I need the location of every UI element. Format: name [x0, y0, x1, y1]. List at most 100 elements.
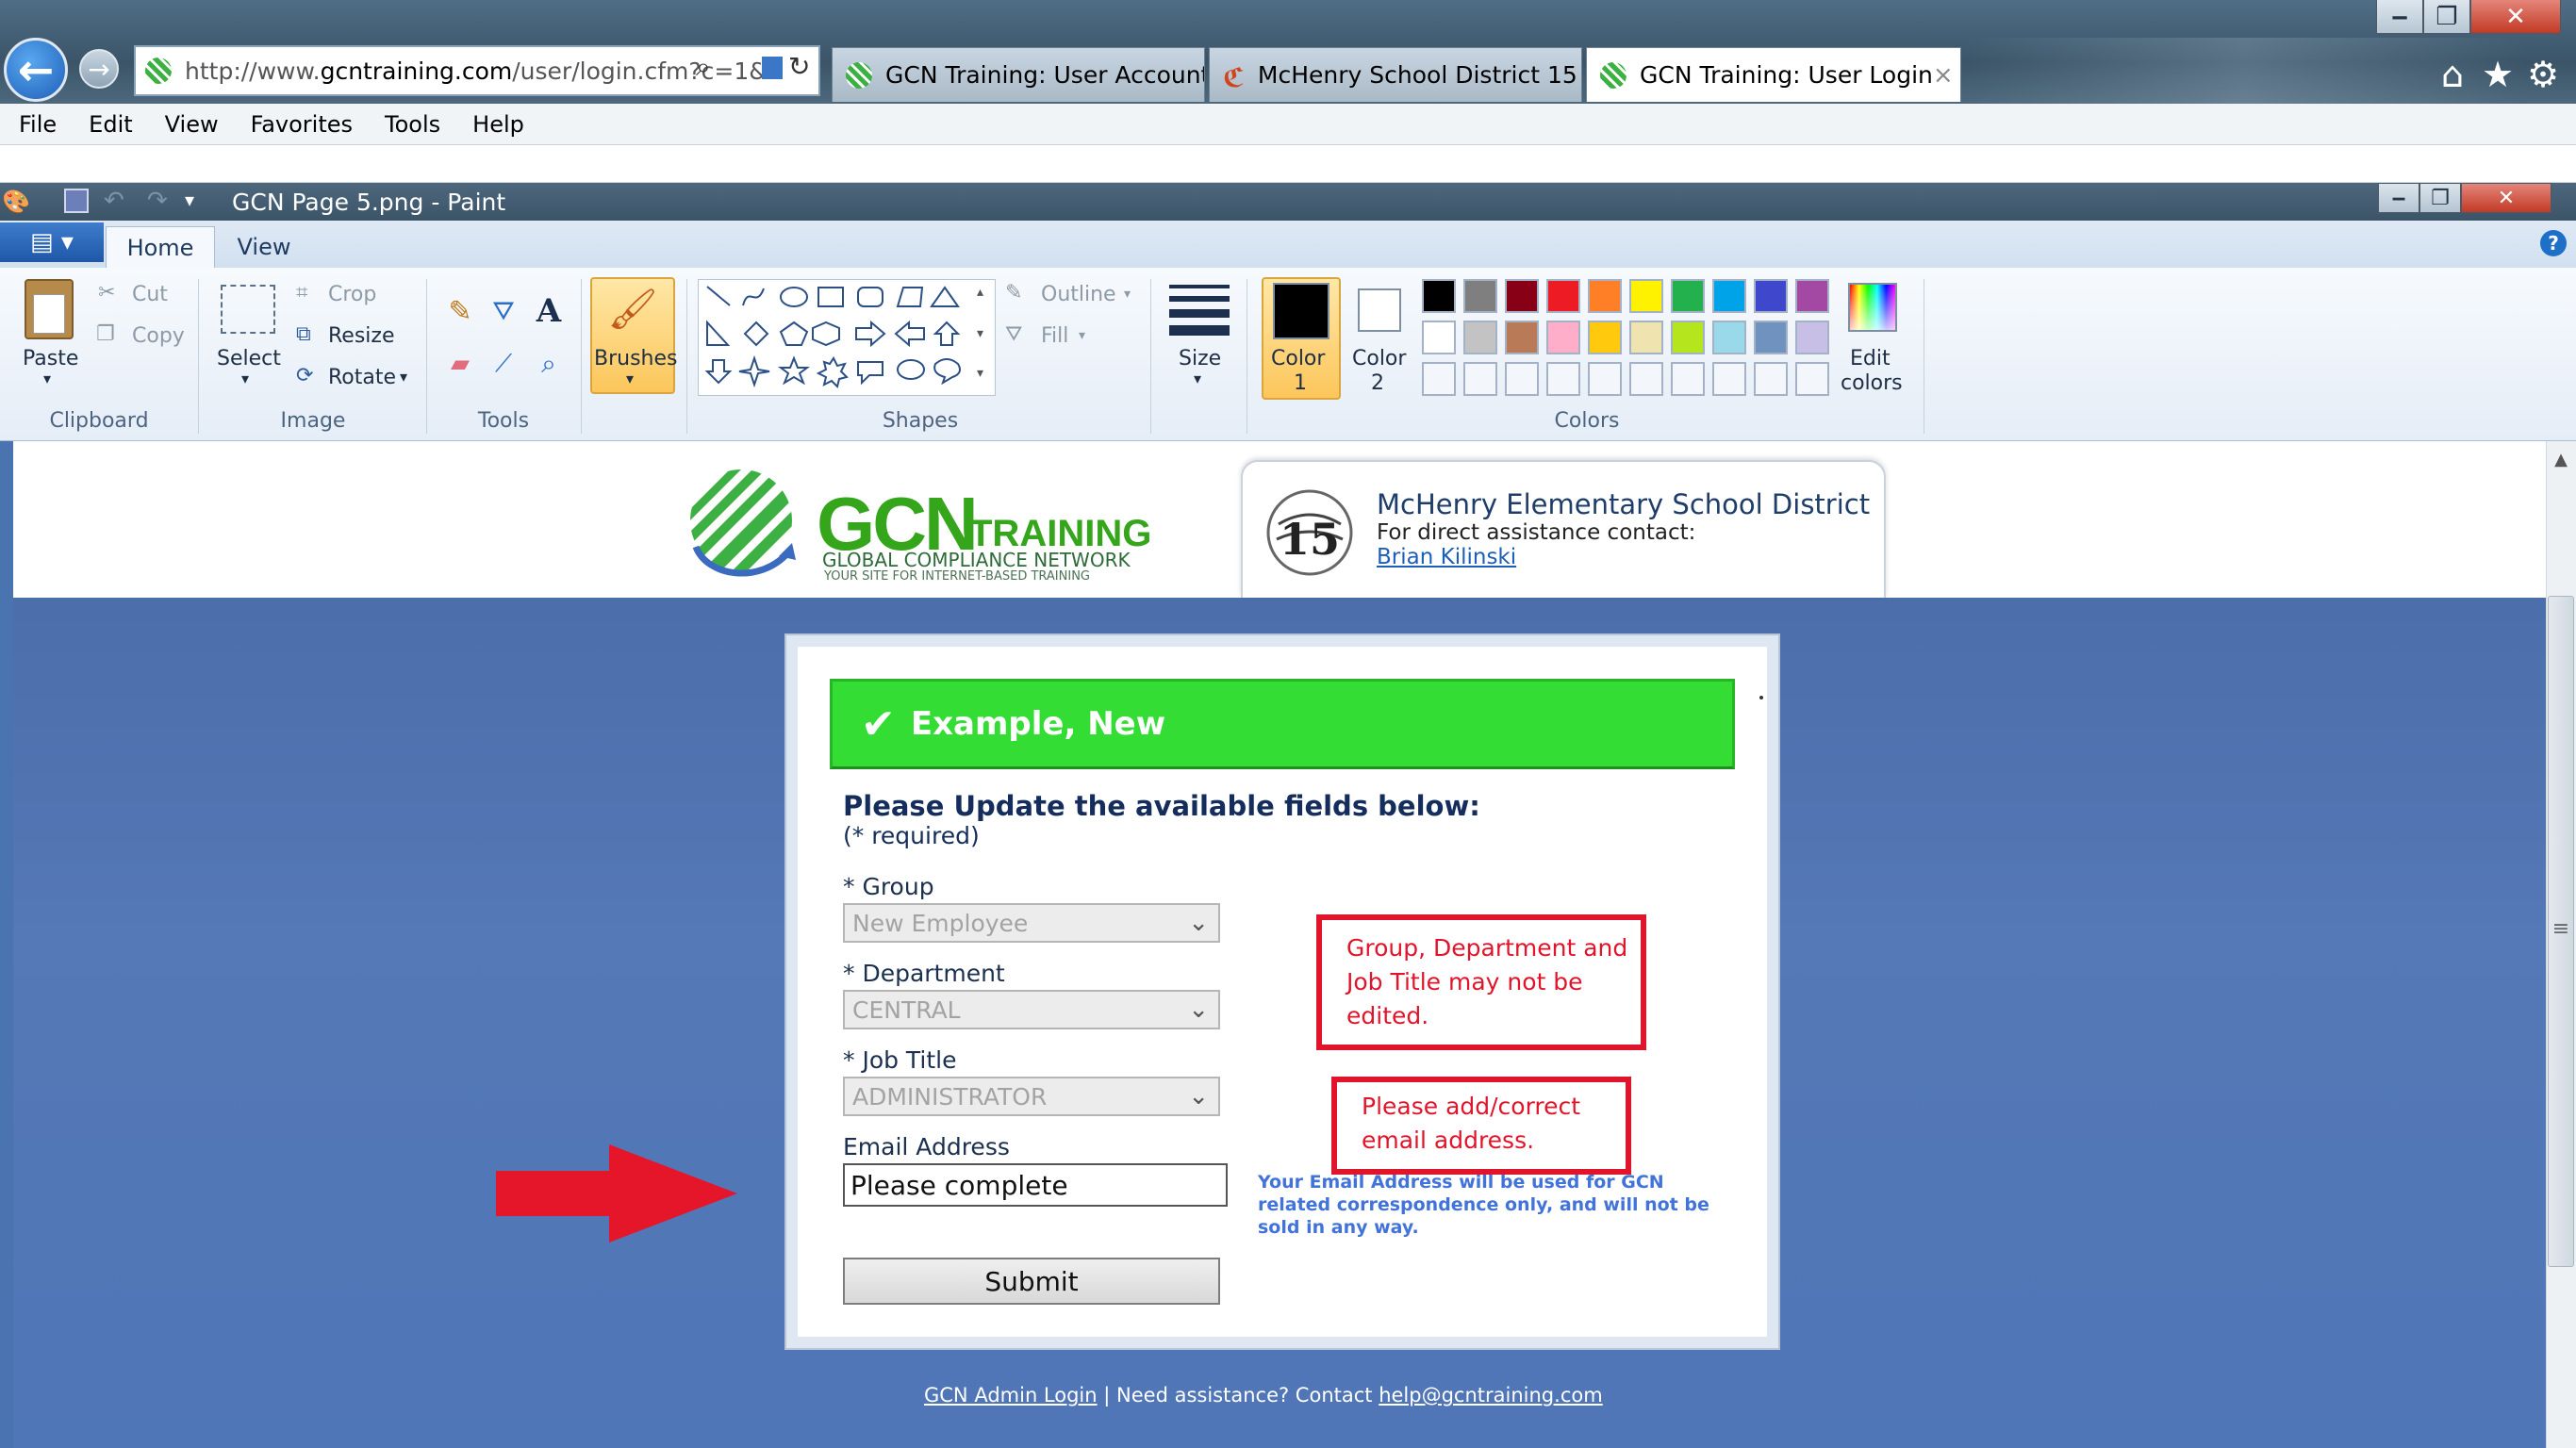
back-arrow-icon[interactable]: ← [4, 38, 68, 102]
brushes-dropdown-icon[interactable]: ▾ [626, 370, 634, 387]
shapes-gallery-icons[interactable] [702, 281, 984, 394]
custom-color-slot[interactable] [1463, 362, 1497, 396]
shapes-scroll-up-icon[interactable]: ▴ [977, 285, 983, 300]
refresh-icon[interactable]: ↻ [788, 51, 810, 82]
menu-edit[interactable]: Edit [89, 111, 132, 138]
palette-swatch[interactable] [1712, 279, 1746, 313]
paint-menu-button[interactable]: ▤ ▾ [0, 222, 104, 262]
color2-swatch[interactable] [1358, 288, 1401, 332]
shapes-scroll-down-icon[interactable]: ▾ [977, 326, 983, 341]
palette-swatch[interactable] [1795, 321, 1829, 354]
paint-restore-button[interactable]: ❐ [2419, 183, 2461, 213]
customize-qat-icon[interactable]: ▾ [185, 189, 194, 211]
contact-name-link[interactable]: Brian Kilinski [1377, 545, 1516, 569]
custom-color-slot[interactable] [1712, 362, 1746, 396]
size-dropdown-icon[interactable]: ▾ [1194, 370, 1201, 387]
email-input[interactable] [843, 1163, 1228, 1207]
paste-icon[interactable] [25, 279, 74, 339]
shapes-expand-icon[interactable]: ▾ [977, 366, 983, 381]
text-tool-icon[interactable]: A [530, 292, 568, 330]
menu-file[interactable]: File [19, 111, 57, 138]
custom-color-slot[interactable] [1795, 362, 1829, 396]
custom-color-slot[interactable] [1754, 362, 1788, 396]
palette-swatch[interactable] [1795, 279, 1829, 313]
custom-color-slot[interactable] [1671, 362, 1705, 396]
browser-restore-button[interactable]: ❐ [2423, 0, 2470, 34]
paint-minimize-button[interactable]: ‒ [2378, 183, 2419, 213]
palette-swatch[interactable] [1671, 321, 1705, 354]
paste-dropdown-icon[interactable]: ▾ [43, 370, 51, 387]
help-icon[interactable]: ? [2540, 230, 2567, 256]
palette-swatch[interactable] [1546, 321, 1580, 354]
palette-swatch[interactable] [1629, 279, 1663, 313]
eraser-icon[interactable]: ▰ [441, 345, 479, 383]
edit-colors-icon[interactable] [1848, 283, 1897, 332]
browser-close-button[interactable]: ✕ [2470, 0, 2561, 34]
search-icon[interactable]: ⌕ [696, 51, 711, 83]
submit-button[interactable]: Submit [843, 1258, 1220, 1305]
palette-swatch[interactable] [1754, 279, 1788, 313]
compatibility-view-icon[interactable] [762, 57, 783, 79]
crop-button[interactable]: Crop [328, 283, 376, 306]
palette-swatch[interactable] [1422, 279, 1456, 313]
palette-swatch[interactable] [1712, 321, 1746, 354]
magnifier-icon[interactable]: ⌕ [530, 345, 568, 383]
save-icon[interactable] [64, 189, 89, 213]
rotate-dropdown-icon[interactable]: ▾ [400, 368, 407, 386]
select-icon[interactable] [221, 285, 275, 334]
favorites-star-icon[interactable]: ★ [2476, 53, 2519, 96]
outline-button[interactable]: Outline [1041, 283, 1116, 306]
redo-icon[interactable]: ↷ [147, 187, 168, 215]
cut-button[interactable]: Cut [132, 283, 168, 306]
menu-help[interactable]: Help [472, 111, 524, 138]
palette-swatch[interactable] [1422, 321, 1456, 354]
palette-swatch[interactable] [1754, 321, 1788, 354]
fill-bucket-icon[interactable]: ⛛ [485, 292, 522, 330]
pencil-icon[interactable]: ✎ [441, 292, 479, 330]
palette-swatch[interactable] [1588, 321, 1622, 354]
fill-button[interactable]: Fill [1041, 324, 1068, 348]
select-button[interactable]: Select [217, 347, 281, 370]
copy-button[interactable]: Copy [132, 324, 185, 348]
paint-close-button[interactable]: ✕ [2461, 183, 2551, 213]
gear-icon[interactable]: ⚙ [2521, 53, 2565, 96]
palette-swatch[interactable] [1505, 279, 1539, 313]
tab-view[interactable]: View [215, 226, 313, 268]
menu-tools[interactable]: Tools [385, 111, 440, 138]
custom-color-slot[interactable] [1505, 362, 1539, 396]
palette-swatch[interactable] [1588, 279, 1622, 313]
address-bar[interactable]: http://www. gcntraining.com/user/login.cf… [134, 45, 820, 96]
tab-home[interactable]: Home [106, 226, 215, 268]
outline-dropdown-icon[interactable]: ▾ [1124, 287, 1131, 302]
custom-color-slot[interactable] [1629, 362, 1663, 396]
forward-arrow-icon[interactable]: → [79, 49, 119, 89]
size-button[interactable]: Size [1179, 347, 1221, 370]
scroll-up-icon[interactable]: ▲ [2548, 445, 2574, 473]
palette-swatch[interactable] [1505, 321, 1539, 354]
tab-user-accounts[interactable]: GCN Training: User Accounts [832, 47, 1205, 102]
palette-swatch[interactable] [1546, 279, 1580, 313]
palette-swatch[interactable] [1629, 321, 1663, 354]
close-tab-icon[interactable]: × [1933, 61, 1954, 90]
admin-login-link[interactable]: GCN Admin Login [924, 1384, 1098, 1407]
edit-colors-label-2[interactable]: colors [1841, 371, 1903, 395]
color-picker-icon[interactable]: ⟋ [485, 345, 522, 383]
tab-user-login[interactable]: GCN Training: User Login × [1586, 47, 1961, 102]
edit-colors-label[interactable]: Edit [1850, 347, 1891, 370]
select-dropdown-icon[interactable]: ▾ [241, 370, 249, 387]
palette-swatch[interactable] [1671, 279, 1705, 313]
home-icon[interactable]: ⌂ [2431, 53, 2474, 96]
palette-swatch[interactable] [1463, 279, 1497, 313]
undo-icon[interactable]: ↶ [104, 187, 124, 215]
paste-button[interactable]: Paste [23, 347, 78, 370]
custom-color-slot[interactable] [1546, 362, 1580, 396]
rotate-button[interactable]: Rotate [328, 366, 396, 389]
line-size-icon[interactable] [1169, 285, 1230, 336]
menu-view[interactable]: View [165, 111, 219, 138]
tab-mchenry-district[interactable]: ℭ McHenry School District 15 [1209, 47, 1582, 102]
custom-color-slot[interactable] [1422, 362, 1456, 396]
browser-minimize-button[interactable]: ‒ [2376, 0, 2423, 34]
help-email-link[interactable]: help@gcntraining.com [1379, 1384, 1602, 1407]
resize-button[interactable]: Resize [328, 324, 395, 348]
fill-dropdown-icon[interactable]: ▾ [1079, 328, 1085, 343]
